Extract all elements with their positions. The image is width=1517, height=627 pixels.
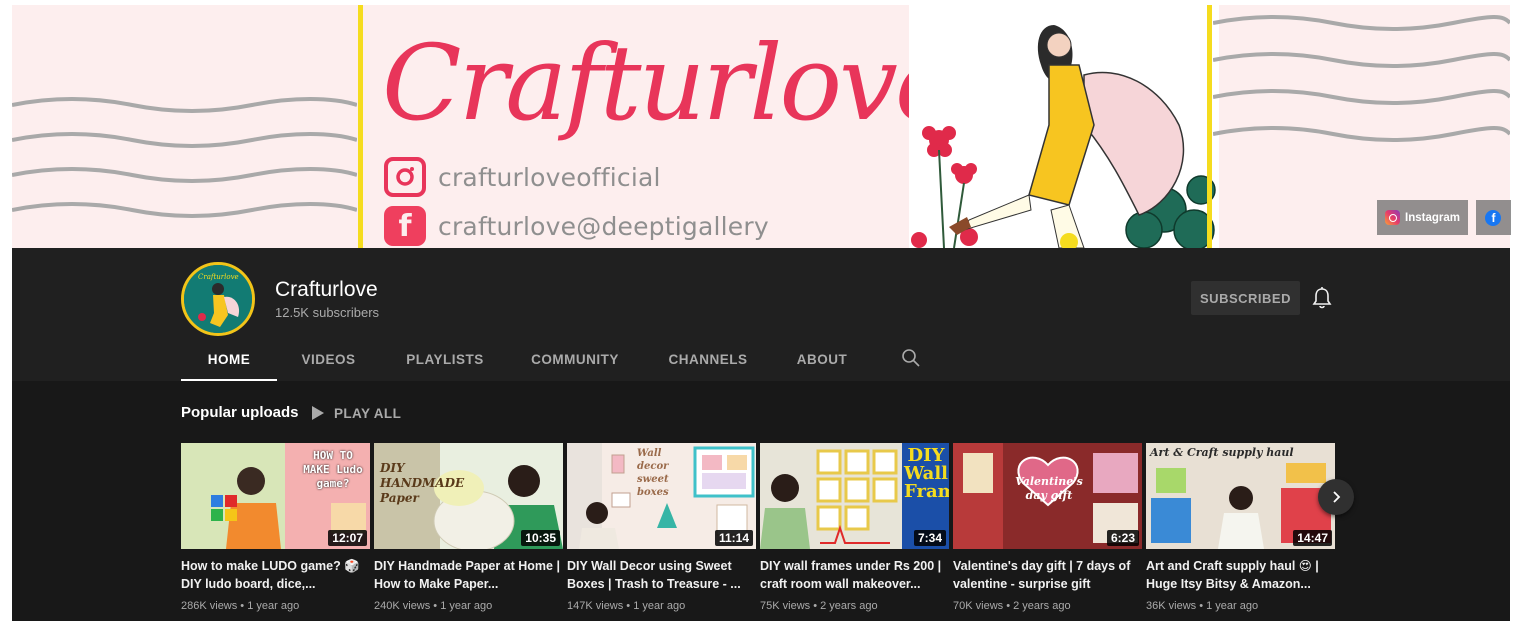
yellow-stripe bbox=[358, 5, 363, 248]
home-content: Popular uploads PLAY ALL HOW TO MAKE Lud… bbox=[12, 381, 1510, 621]
girl-illustration bbox=[909, 5, 1219, 248]
video-thumbnail[interactable]: Wall decor sweet boxes 11:14 bbox=[567, 443, 756, 549]
channel-avatar[interactable]: Crafturlove bbox=[181, 262, 255, 336]
video-thumbnail[interactable]: DIY HANDMADE Paper 10:35 bbox=[374, 443, 563, 549]
thumbnail-text: DIY HANDMADE Paper bbox=[380, 461, 465, 505]
play-all-button[interactable]: PLAY ALL bbox=[312, 403, 401, 423]
video-thumbnail[interactable]: DIY Wall Frames 7:34 bbox=[760, 443, 949, 549]
video-card[interactable]: Valentine's day gift 6:23 Valentine's da… bbox=[953, 443, 1142, 612]
thumbnail-text: Wall decor sweet boxes bbox=[637, 448, 669, 498]
video-thumbnail[interactable]: Valentine's day gift 6:23 bbox=[953, 443, 1142, 549]
video-meta: 36K views • 1 year ago bbox=[1146, 600, 1259, 612]
video-card[interactable]: DIY Wall Frames 7:34 DIY wall frames und… bbox=[760, 443, 949, 612]
video-thumbnail[interactable]: Art & Craft supply haul 14:47 bbox=[1146, 443, 1335, 549]
thumbnail-text: HOW TO MAKE Ludo game? bbox=[303, 449, 363, 490]
video-meta: 75K views • 2 years ago bbox=[760, 600, 878, 612]
play-all-label: PLAY ALL bbox=[334, 405, 402, 421]
tab-about[interactable]: ABOUT bbox=[776, 338, 868, 381]
video-card[interactable]: HOW TO MAKE Ludo game? 12:07 How to make… bbox=[181, 443, 370, 612]
instagram-icon bbox=[384, 157, 426, 197]
tab-channels[interactable]: CHANNELS bbox=[640, 338, 776, 381]
video-duration: 6:23 bbox=[1106, 530, 1139, 546]
channel-name[interactable]: Crafturlove bbox=[275, 278, 378, 302]
video-duration: 11:14 bbox=[714, 530, 753, 546]
banner-facebook-row: f crafturlove@deeptigallery bbox=[384, 206, 769, 246]
tab-home[interactable]: HOME bbox=[181, 338, 277, 381]
wave-decoration-left bbox=[12, 97, 357, 218]
video-title[interactable]: DIY wall frames under Rs 200 | craft roo… bbox=[760, 557, 949, 593]
notification-bell-icon[interactable] bbox=[1311, 286, 1333, 310]
banner-instagram-row: crafturloveofficial bbox=[384, 157, 661, 197]
thumbnail-text: Art & Craft supply haul bbox=[1150, 446, 1294, 459]
banner-links: Instagram f bbox=[1377, 200, 1511, 235]
chevron-right-icon bbox=[1333, 491, 1341, 503]
video-title[interactable]: DIY Wall Decor using Sweet Boxes | Trash… bbox=[567, 557, 756, 593]
instagram-small-icon bbox=[1385, 210, 1400, 225]
search-icon[interactable] bbox=[901, 348, 921, 368]
facebook-handle: crafturlove@deeptigallery bbox=[438, 211, 769, 241]
video-duration: 10:35 bbox=[521, 530, 560, 546]
channel-banner: Crafturlove crafturloveofficial f craftu… bbox=[12, 5, 1510, 248]
video-title[interactable]: Valentine's day gift | 7 days of valenti… bbox=[953, 557, 1142, 593]
video-card[interactable]: DIY HANDMADE Paper 10:35 DIY Handmade Pa… bbox=[374, 443, 563, 612]
subscriber-count: 12.5K subscribers bbox=[275, 305, 380, 320]
yellow-stripe-right bbox=[1207, 5, 1212, 248]
tab-videos[interactable]: VIDEOS bbox=[277, 338, 380, 381]
channel-header: Crafturlove Crafturlove 12.5K subscriber… bbox=[12, 248, 1510, 381]
channel-logo-text: Crafturlove bbox=[382, 22, 912, 144]
svg-text:Crafturlove: Crafturlove bbox=[382, 22, 912, 144]
video-meta: 240K views • 1 year ago bbox=[374, 600, 493, 612]
video-card[interactable]: Wall decor sweet boxes 11:14 DIY Wall De… bbox=[567, 443, 756, 612]
svg-text:Crafturlove: Crafturlove bbox=[198, 273, 239, 281]
tab-playlists[interactable]: PLAYLISTS bbox=[380, 338, 510, 381]
thumbnail-text: Valentine's day gift bbox=[1015, 475, 1083, 502]
banner-instagram-link[interactable]: Instagram bbox=[1377, 200, 1468, 235]
instagram-link-label: Instagram bbox=[1405, 211, 1460, 224]
subscribed-button[interactable]: SUBSCRIBED bbox=[1191, 281, 1300, 315]
video-meta: 70K views • 2 years ago bbox=[953, 600, 1071, 612]
facebook-small-icon: f bbox=[1485, 209, 1502, 226]
video-duration: 7:34 bbox=[913, 530, 946, 546]
video-duration: 14:47 bbox=[1293, 530, 1332, 546]
video-meta: 147K views • 1 year ago bbox=[567, 600, 686, 612]
video-card[interactable]: Art & Craft supply haul 14:47 Art and Cr… bbox=[1146, 443, 1335, 612]
video-title[interactable]: Art and Craft supply haul 😍 | Huge Itsy … bbox=[1146, 557, 1335, 593]
next-arrow-button[interactable] bbox=[1318, 479, 1354, 515]
video-title[interactable]: How to make LUDO game? 🎲 DIY ludo board,… bbox=[181, 557, 370, 593]
video-title[interactable]: DIY Handmade Paper at Home | How to Make… bbox=[374, 557, 563, 593]
video-duration: 12:07 bbox=[328, 530, 367, 546]
video-thumbnail[interactable]: HOW TO MAKE Ludo game? 12:07 bbox=[181, 443, 370, 549]
facebook-icon: f bbox=[384, 206, 426, 246]
instagram-handle: crafturloveofficial bbox=[438, 162, 661, 192]
video-meta: 286K views • 1 year ago bbox=[181, 600, 300, 612]
banner-facebook-link[interactable]: f bbox=[1475, 200, 1511, 235]
thumbnail-text: DIY Wall Frames bbox=[904, 445, 949, 502]
play-icon bbox=[312, 406, 324, 420]
channel-tabs: HOME VIDEOS PLAYLISTS COMMUNITY CHANNELS… bbox=[181, 338, 868, 381]
section-title[interactable]: Popular uploads bbox=[181, 404, 299, 421]
tab-community[interactable]: COMMUNITY bbox=[510, 338, 640, 381]
